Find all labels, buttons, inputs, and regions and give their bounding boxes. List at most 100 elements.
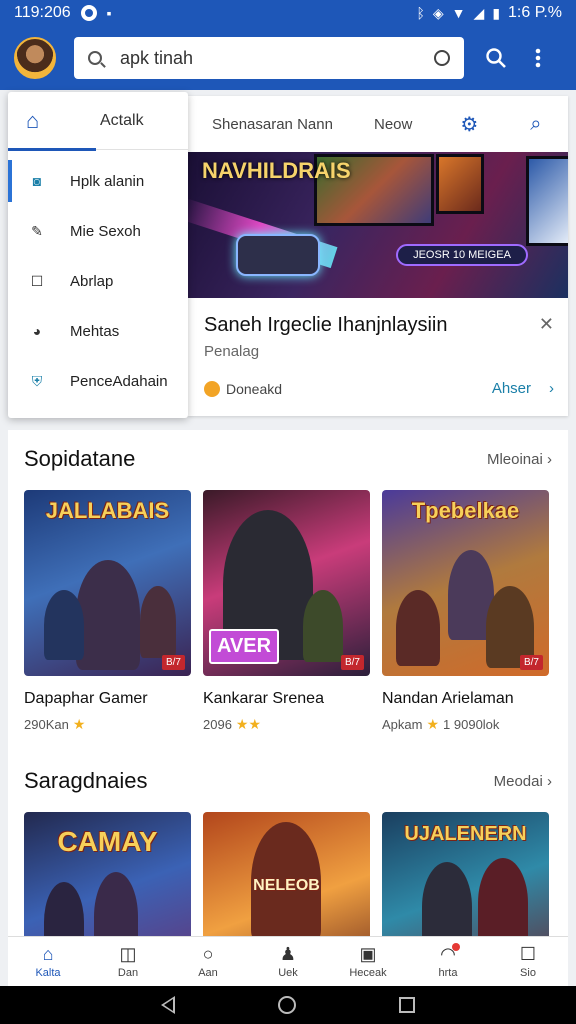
lens-icon[interactable]	[434, 50, 450, 66]
drawer-item-label: Abrlap	[70, 272, 114, 290]
chevron-right-icon: ›	[547, 450, 552, 468]
character-figure	[303, 590, 343, 662]
see-more-link[interactable]: Mleoinai ›	[487, 451, 552, 468]
game-downloads: 1 9090lok	[443, 717, 500, 732]
drawer-item-label: Mehtas	[70, 322, 120, 340]
square-icon: ☐	[519, 943, 537, 964]
vibrate-icon: ◈	[432, 4, 444, 21]
overflow-menu-button[interactable]	[520, 40, 556, 76]
section-header: Saragdnaies Meodai ›	[24, 768, 552, 794]
game-card[interactable]: AVER B/7 Kankarar Srenea 2096 ★★	[203, 490, 370, 733]
see-more-link[interactable]: Meodai ›	[494, 773, 552, 790]
star-icon: ★	[72, 716, 86, 732]
close-icon[interactable]: ✕	[539, 314, 554, 335]
nav-item-hrta[interactable]: ◠ hrta	[408, 937, 488, 986]
avatar[interactable]	[14, 37, 56, 79]
section-header: Sopidatane Mleoinai ›	[24, 446, 552, 472]
game-cover: AVER B/7	[203, 490, 370, 676]
battery-icon: ▮	[492, 4, 501, 21]
recents-icon[interactable]	[398, 997, 415, 1013]
game-downloads: 290Kan	[24, 717, 69, 732]
game-card[interactable]: Tpebelkae B/7 Nandan Arielaman Apkam ★ 1…	[382, 490, 549, 733]
drawer-item-mie[interactable]: ✎ Mie Sexoh	[8, 206, 188, 256]
nav-label: Dan	[117, 966, 139, 979]
drawer-title[interactable]: Actalk	[100, 112, 144, 130]
drawer-item-label: PenceAdahain	[70, 372, 168, 390]
game-meta: Apkam ★ 1 9090lok	[382, 716, 549, 733]
drawer-item-label: Hplk alanin	[70, 172, 145, 190]
cover-title: CAMAY	[57, 826, 158, 857]
pencil-icon: ✎	[31, 222, 43, 239]
notification-dot-icon	[80, 5, 97, 21]
game-row: JALLABAIS B/7 Dapaphar Gamer 290Kan ★ AV…	[24, 490, 549, 733]
coin-icon	[204, 380, 220, 397]
feature-action-label: Ahser	[491, 380, 531, 397]
feature-footer: Doneakd Ahser ›	[204, 380, 554, 397]
drawer-header: ⌂ Actalk	[8, 92, 188, 150]
star-icon: ★	[426, 716, 440, 732]
game-badge: AVER	[209, 629, 280, 664]
nav-item-home[interactable]: ⌂ Kalta	[8, 937, 88, 986]
app-bar	[0, 26, 576, 90]
app-icon: ◙	[32, 173, 42, 189]
see-more-label: Meodai	[493, 772, 543, 790]
nav-label: hrta	[438, 966, 458, 979]
home-button-icon[interactable]	[277, 996, 296, 1014]
feature-action-button[interactable]: Ahser ›	[492, 380, 554, 397]
game-card[interactable]: JALLABAIS B/7 Dapaphar Gamer 290Kan ★	[24, 490, 191, 733]
star-icon: ★★	[235, 716, 262, 732]
banner-button[interactable]: JEOSR 10 MEIGEA	[396, 244, 528, 266]
app-notification-icon: ▪	[106, 5, 112, 21]
feature-source: Doneakd	[226, 380, 283, 397]
drawer-item-pence[interactable]: ⛨ PenceAdahain	[8, 356, 188, 406]
bluetooth-icon: ᛒ	[416, 5, 425, 21]
nav-item-uek[interactable]: ♟ Uek	[248, 937, 328, 986]
status-battery-text: 1:6 P.%	[508, 4, 562, 21]
drawer-item-mehtas[interactable]: ◕ Mehtas	[8, 306, 188, 356]
book-icon: ◫	[119, 943, 137, 964]
drawer-item-hplk[interactable]: ◙ Hplk alanin	[8, 156, 188, 206]
nav-item-sio[interactable]: ☐ Sio	[488, 937, 568, 986]
system-navigation-bar	[0, 986, 576, 1024]
section-title: Sopidatane	[24, 446, 136, 471]
home-icon: ⌂	[42, 943, 54, 964]
drawer-menu: ⌂ Actalk ◙ Hplk alanin ✎ Mie Sexoh ☐ Abr…	[8, 92, 188, 418]
shield-icon: ⛨	[31, 372, 43, 389]
tab-shenasaran[interactable]: Shenasaran Nann	[212, 116, 352, 133]
search-input[interactable]	[120, 47, 434, 69]
see-more-label: Mleoinai	[486, 450, 543, 468]
feature-info: Saneh Irgeclie Ihanjnlaysiin Penalag ✕ D…	[188, 298, 568, 416]
tab-indicator	[8, 148, 96, 151]
nav-item-heceak[interactable]: ▣ Heceak	[328, 937, 408, 986]
age-tag: B/7	[340, 655, 364, 670]
cover-title: Tpebelkae	[411, 498, 520, 523]
character-figure	[140, 586, 176, 658]
feature-card: Shenasaran Nann Neow ⚙ ⌕ NAVHILDRAIS JEO…	[188, 96, 568, 416]
section-title: Saragdnaies	[24, 768, 148, 793]
wifi-icon: ▼	[451, 5, 466, 21]
feature-search-icon[interactable]: ⌕	[530, 113, 541, 136]
chevron-right-icon: ›	[549, 380, 554, 397]
game-meta: 290Kan ★	[24, 716, 191, 733]
chat-icon: ◕	[32, 323, 42, 339]
banner-logo: NAVHILDRAIS	[202, 158, 351, 183]
nav-item-dan[interactable]: ◫ Dan	[88, 937, 168, 986]
back-icon[interactable]	[161, 996, 176, 1014]
feature-subtitle: Penalag	[204, 343, 260, 360]
game-name: Nandan Arielaman	[382, 690, 514, 707]
age-tag: B/7	[519, 655, 543, 670]
cover-title: UJALENERN	[404, 823, 527, 845]
gamepad-icon[interactable]: ⚙	[460, 112, 478, 137]
tab-neow[interactable]: Neow	[374, 116, 412, 133]
search-bar[interactable]	[74, 37, 464, 79]
feature-banner[interactable]: NAVHILDRAIS JEOSR 10 MEIGEA	[188, 152, 568, 298]
drawer-item-abrlap[interactable]: ☐ Abrlap	[8, 256, 188, 306]
game-meta: 2096 ★★	[203, 716, 370, 733]
square-icon: ☐	[30, 272, 44, 289]
content-panel: Sopidatane Mleoinai › JALLABAIS B/7 Dapa…	[8, 430, 568, 998]
nav-item-aan[interactable]: ○ Aan	[168, 937, 248, 986]
character-figure	[76, 560, 140, 670]
search-button[interactable]	[478, 40, 514, 76]
nav-label: Uek	[278, 966, 298, 979]
home-icon[interactable]: ⌂	[26, 108, 54, 134]
